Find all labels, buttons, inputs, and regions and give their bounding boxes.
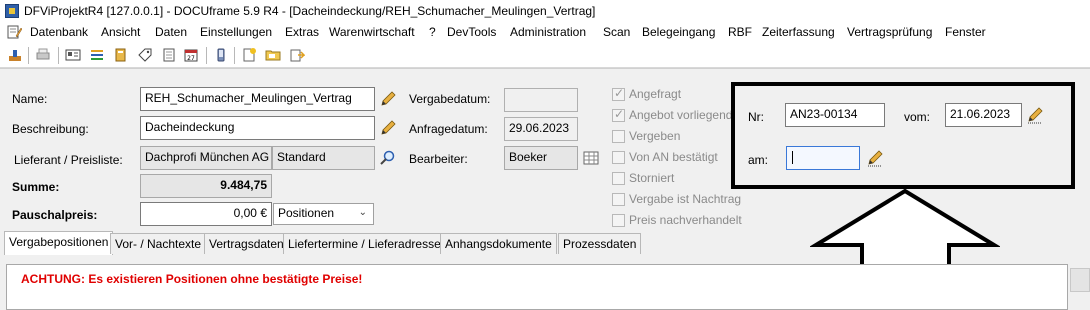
table-icon[interactable]: [583, 150, 599, 166]
checkbox-preis-nachverhandelt[interactable]: Preis nachverhandelt: [612, 213, 742, 227]
checkbox-vergeben[interactable]: Vergeben: [612, 129, 680, 143]
pencil-edit-icon[interactable]: [866, 149, 884, 167]
tag-icon[interactable]: [136, 46, 154, 64]
svg-text:27: 27: [187, 55, 195, 62]
offer-vom-field[interactable]: 21.06.2023: [945, 103, 1022, 127]
bearbeiter-label: Bearbeiter:: [409, 152, 468, 166]
checkbox-von-an-bestaetigt[interactable]: Von AN bestätigt: [612, 150, 718, 164]
toolbar-separator: [58, 47, 59, 64]
name-label: Name:: [12, 92, 48, 106]
menu-belegeingang[interactable]: Belegeingang: [642, 25, 715, 39]
notepad-icon[interactable]: [6, 24, 22, 40]
stamp-icon[interactable]: [6, 46, 24, 64]
checkbox-label: Angebot vorliegend: [629, 108, 733, 122]
offer-vom-label: vom:: [904, 110, 931, 124]
menu-devtools[interactable]: DevTools: [447, 25, 496, 39]
lieferant-field[interactable]: Dachprofi München AG: [140, 146, 272, 170]
checkbox-box: [612, 192, 625, 206]
anfragedatum-field[interactable]: 29.06.2023: [504, 117, 578, 141]
offer-nr-label: Nr:: [748, 110, 764, 124]
beschreibung-field[interactable]: Dacheindeckung: [140, 116, 375, 140]
bearbeiter-field[interactable]: Boeker: [504, 146, 578, 170]
pencil-edit-icon[interactable]: [1026, 106, 1044, 124]
beschreibung-label: Beschreibung:: [12, 122, 89, 136]
checkbox-storniert[interactable]: Storniert: [612, 171, 674, 185]
toolbar-separator: [234, 47, 235, 64]
vergabedatum-label: Vergabedatum:: [409, 92, 491, 106]
menu-zeiterfassung[interactable]: Zeiterfassung: [762, 25, 835, 39]
checkbox-box: [612, 213, 625, 227]
pencil-edit-icon[interactable]: [379, 119, 397, 137]
tab-prozessdaten[interactable]: Prozessdaten: [558, 233, 642, 254]
open-folder-icon[interactable]: [264, 46, 282, 64]
tab-content-panel: [6, 264, 1068, 310]
checkbox-box: [612, 107, 625, 122]
menu-scan[interactable]: Scan: [603, 25, 630, 39]
checkbox-label: Storniert: [629, 171, 675, 185]
chevron-down-icon: ⌄: [358, 207, 367, 218]
pauschalpreis-mode-value: Positionen: [278, 206, 335, 220]
offer-am-label: am:: [748, 153, 769, 167]
checkbox-angefragt[interactable]: Angefragt: [612, 86, 682, 101]
side-button[interactable]: [1070, 268, 1090, 292]
checkbox-label: Von AN bestätigt: [629, 150, 718, 164]
checkbox-label: Preis nachverhandelt: [629, 213, 742, 227]
export-icon[interactable]: [288, 46, 306, 64]
tab-liefertermine[interactable]: Liefertermine / Lieferadresse: [283, 233, 446, 254]
vergabedatum-field[interactable]: [504, 88, 578, 112]
menu-help[interactable]: ?: [429, 25, 436, 39]
menu-fenster[interactable]: Fenster: [945, 25, 986, 39]
summe-field: 9.484,75: [140, 174, 272, 198]
checkbox-box: [612, 86, 625, 101]
menu-einstellungen[interactable]: Einstellungen: [200, 25, 272, 39]
summe-label: Summe:: [12, 180, 60, 194]
book-icon[interactable]: [112, 46, 130, 64]
menu-rbf[interactable]: RBF: [728, 25, 752, 39]
checkbox-box: [612, 171, 625, 185]
checkbox-box: [612, 150, 625, 164]
menu-daten[interactable]: Daten: [155, 25, 187, 39]
menu-extras[interactable]: Extras: [285, 25, 319, 39]
menu-vertragspruefung[interactable]: Vertragsprüfung: [847, 25, 932, 39]
offer-nr-field[interactable]: AN23-00134: [785, 103, 885, 127]
print-icon[interactable]: [34, 46, 52, 64]
window-title: DFViProjektR4 [127.0.0.1] - DOCUframe 5.…: [24, 4, 596, 18]
tab-vor-nachtexte[interactable]: Vor- / Nachtexte: [110, 233, 207, 254]
checkbox-box: [612, 129, 625, 143]
pencil-edit-icon[interactable]: [379, 90, 397, 108]
offer-am-field[interactable]: [786, 146, 860, 170]
app-logo-icon: [5, 4, 19, 18]
text-cursor: [792, 151, 793, 164]
menu-datenbank[interactable]: Datenbank: [30, 25, 88, 39]
pauschalpreis-mode-select[interactable]: Positionen ⌄: [273, 203, 374, 225]
phone-icon[interactable]: [212, 46, 230, 64]
checkbox-label: Vergeben: [629, 129, 681, 143]
toolbar-separator: [28, 47, 29, 64]
tab-vertragsdaten[interactable]: Vertragsdaten: [204, 233, 289, 254]
preisliste-field[interactable]: Standard: [272, 146, 375, 170]
card-icon[interactable]: [64, 46, 82, 64]
new-document-icon[interactable]: [240, 46, 258, 64]
toolbar-separator: [206, 47, 207, 64]
highlight-box: [731, 82, 1075, 189]
document-icon[interactable]: [160, 46, 178, 64]
pauschalpreis-field[interactable]: 0,00 €: [140, 202, 272, 226]
calendar-icon[interactable]: 27: [182, 46, 200, 64]
menu-warenwirtschaft[interactable]: Warenwirtschaft: [329, 25, 415, 39]
menu-administration[interactable]: Administration: [510, 25, 586, 39]
list-icon[interactable]: [88, 46, 106, 64]
tab-anhangsdokumente[interactable]: Anhangsdokumente: [440, 233, 557, 254]
tab-vergabepositionen[interactable]: Vergabepositionen: [4, 231, 114, 255]
lieferant-label: Lieferant / Preisliste:: [14, 153, 123, 167]
name-field[interactable]: REH_Schumacher_Meulingen_Vertrag: [140, 87, 375, 111]
menu-ansicht[interactable]: Ansicht: [101, 25, 140, 39]
checkbox-label: Vergabe ist Nachtrag: [629, 192, 742, 206]
checkbox-vergabe-nachtrag[interactable]: Vergabe ist Nachtrag: [612, 192, 741, 206]
anfragedatum-label: Anfragedatum:: [409, 122, 488, 136]
checkbox-angebot-vorliegend[interactable]: Angebot vorliegend: [612, 107, 733, 122]
search-icon[interactable]: [379, 149, 397, 167]
pauschalpreis-label: Pauschalpreis:: [12, 208, 98, 222]
checkbox-label: Angefragt: [629, 87, 682, 101]
warning-message: ACHTUNG: Es existieren Positionen ohne b…: [21, 272, 363, 286]
